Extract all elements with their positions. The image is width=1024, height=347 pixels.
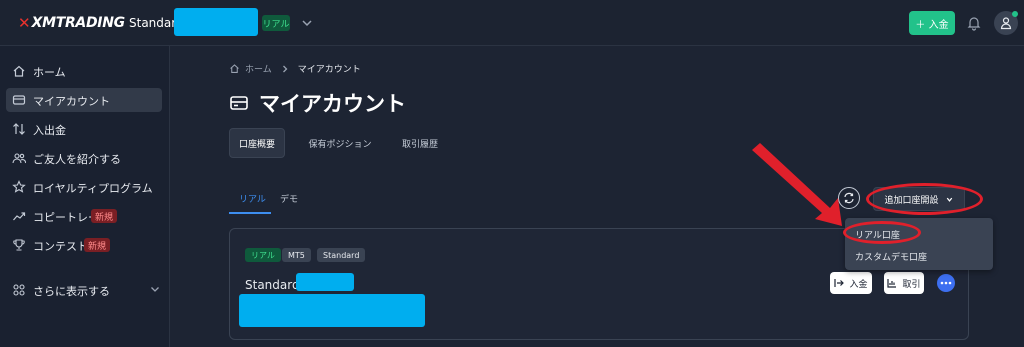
red-arrow-annotation <box>752 143 842 226</box>
